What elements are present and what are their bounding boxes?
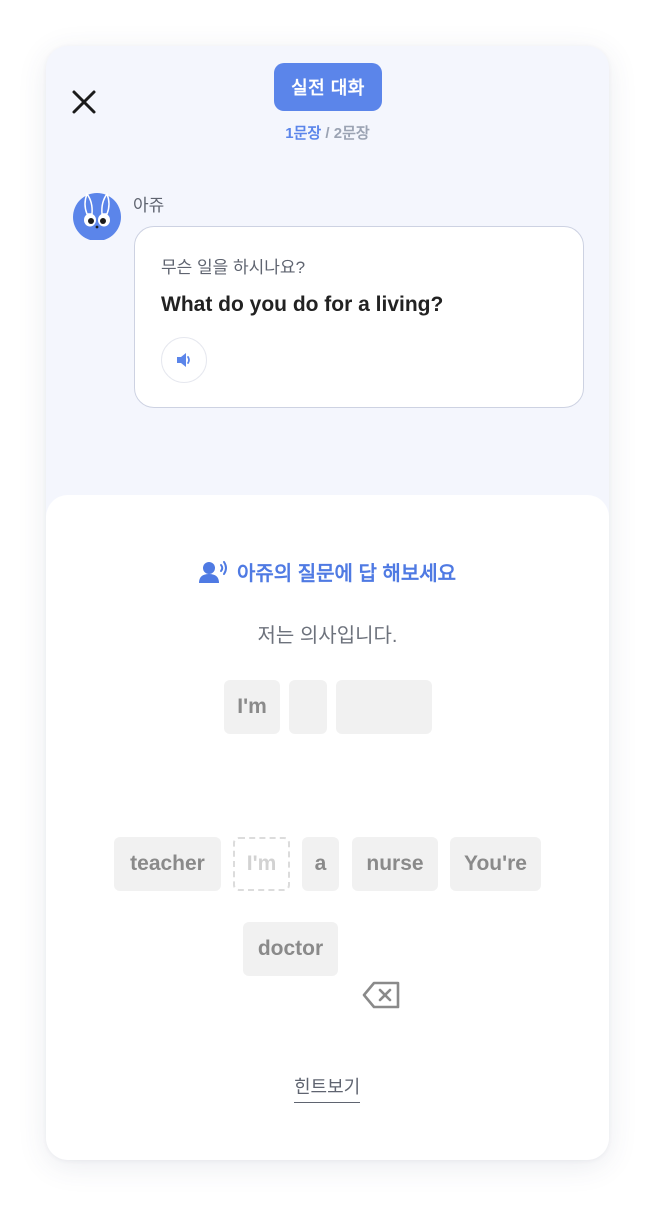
word-tile-nurse[interactable]: nurse (352, 837, 438, 891)
instruction: 아쥬의 질문에 답 해보세요 (46, 557, 609, 586)
word-tile-im-used: I'm (233, 837, 290, 891)
bunny-avatar-icon (73, 192, 121, 240)
backspace-icon[interactable] (362, 980, 402, 1010)
speaking-person-icon (198, 560, 227, 583)
show-hint-link[interactable]: 힌트보기 (294, 1073, 361, 1103)
lesson-card: 실전 대화 1문장 / 2문장 아쥬 무슨 일을 하시나요? What do y… (46, 46, 609, 1160)
play-audio-button[interactable] (161, 337, 207, 383)
word-tile-teacher[interactable]: teacher (114, 837, 221, 891)
answer-slot[interactable] (289, 680, 327, 734)
close-icon (72, 90, 96, 114)
sentence-progress: 1문장 / 2문장 (46, 122, 609, 143)
answer-panel: 아쥬의 질문에 답 해보세요 저는 의사입니다. I'm teacher I'm… (46, 495, 609, 1160)
answer-slot[interactable] (336, 680, 432, 734)
speaker-name: 아쥬 (133, 196, 165, 215)
progress-current: 1문장 (285, 125, 322, 142)
progress-separator: / (321, 125, 334, 142)
question-english: What do you do for a living? (161, 293, 444, 316)
speaker-icon (177, 353, 190, 367)
word-tile-a[interactable]: a (302, 837, 339, 891)
target-translation: 저는 의사입니다. (257, 625, 398, 647)
close-button[interactable] (68, 86, 100, 118)
instruction-text: 아쥬의 질문에 답 해보세요 (236, 563, 457, 585)
answer-slot[interactable]: I'm (224, 680, 280, 734)
word-tile-doctor[interactable]: doctor (243, 922, 338, 976)
mode-badge: 실전 대화 (274, 63, 382, 111)
progress-total: 2문장 (333, 125, 370, 142)
word-tile-youre[interactable]: You're (450, 837, 541, 891)
question-korean: 무슨 일을 하시나요? (161, 258, 306, 277)
question-bubble: 무슨 일을 하시나요? What do you do for a living? (134, 226, 584, 408)
